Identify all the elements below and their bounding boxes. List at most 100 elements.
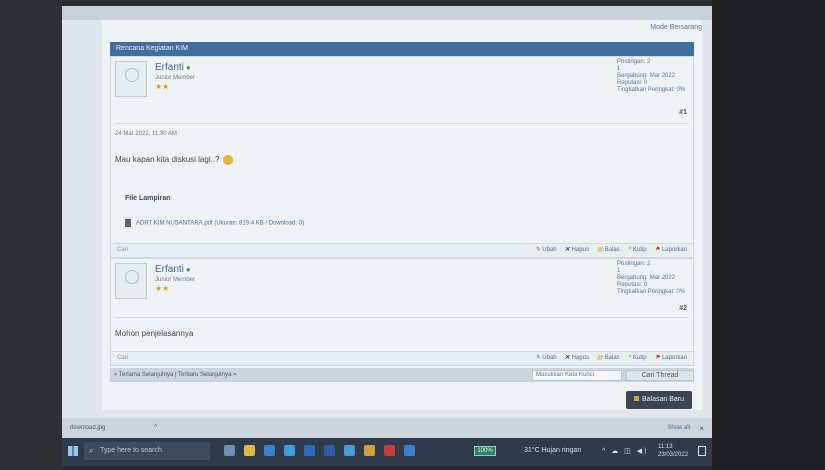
attachment-link[interactable]: ADRT KIM NUSANTARA.pdf (Ukuran: 819.4 KB… [125, 219, 304, 227]
edit-button[interactable]: ✎ Ubah [535, 354, 556, 362]
quote-button[interactable]: ❝ Kutip [627, 354, 647, 362]
online-status-icon: ● [185, 265, 191, 274]
attachment-title: File Lampiran [125, 195, 171, 202]
report-button[interactable]: ⚑ Laporkan [654, 246, 687, 254]
pencil-icon: ✎ [535, 247, 541, 253]
quote-button[interactable]: ❝ Kutip [627, 246, 647, 254]
store-icon[interactable] [264, 445, 275, 456]
new-reply-button[interactable]: Balasan Baru [626, 391, 692, 409]
stat-rank-progress: Tingkatkan Peringkat: 0% [617, 289, 686, 295]
pdf-icon [125, 219, 131, 227]
smiley-icon [222, 155, 233, 165]
clock[interactable]: 11:13 23/03/2022 [658, 443, 688, 459]
delete-x-icon: ✕ [564, 247, 570, 253]
zoom-indicator[interactable]: 100% [474, 446, 496, 456]
online-status-icon: ● [185, 63, 191, 72]
user-stats: Postingan: 2 1 Bergabung: Mar 2022 Reput… [617, 59, 687, 94]
system-tray-icons[interactable]: ^ ☁ ◫ ◀) [602, 447, 648, 455]
stat-joined: Bergabung: Mar 2022 [617, 275, 676, 281]
post-author: Erfanti ● Junior Member ★★ [115, 263, 415, 307]
delete-button[interactable]: ✕ Hapus [564, 246, 589, 254]
user-stats: Postingan: 2 1 Bergabung: Mar 2022 Reput… [617, 261, 687, 296]
user-rank: Junior Member [155, 75, 196, 81]
reply-icon [633, 396, 639, 401]
word-icon[interactable] [324, 445, 335, 456]
browser-toolbar [62, 6, 712, 20]
room-right-wall [712, 0, 825, 470]
rank-stars-icon: ★★ [155, 82, 170, 91]
stat-threads: 1 [617, 268, 621, 274]
quote-icon: ❝ [627, 355, 631, 361]
delete-button[interactable]: ✕ Hapus [564, 354, 589, 362]
reply-icon: ▤ [596, 247, 603, 253]
report-button[interactable]: ⚑ Laporkan [654, 354, 687, 362]
taskbar-search[interactable]: ⌕ Type here to search [84, 442, 210, 460]
close-icon[interactable]: × [699, 424, 704, 433]
reply-button[interactable]: ▤ Balas [596, 354, 620, 362]
search-thread-button[interactable]: Cari Thread [626, 370, 694, 381]
edit-button[interactable]: ✎ Ubah [535, 246, 556, 254]
app-icon[interactable] [404, 445, 415, 456]
post-body: Mohon penjelasannya [115, 329, 194, 338]
windows-start-icon[interactable] [68, 446, 78, 456]
divider [115, 123, 689, 124]
username-link[interactable]: Erfanti ● [155, 264, 191, 275]
avatar[interactable] [115, 263, 147, 299]
stat-rank-progress: Tingkatkan Peringkat: 0% [617, 87, 686, 93]
reply-button[interactable]: ▤ Balas [596, 246, 620, 254]
divider [115, 317, 689, 318]
stat-posts: Postingan: 2 [617, 261, 651, 267]
mail-icon[interactable] [304, 445, 315, 456]
stat-reputation: Reputasi: 0 [617, 80, 648, 86]
file-explorer-icon[interactable] [244, 445, 255, 456]
username-link[interactable]: Erfanti ● [155, 62, 191, 73]
pinned-apps [224, 445, 415, 456]
download-item[interactable]: download.jpg [70, 425, 105, 431]
show-all-button[interactable]: Show all [667, 425, 690, 431]
edge-icon[interactable] [284, 445, 295, 456]
windows-taskbar: ⌕ Type here to search 100% 31°C Hujan ri… [62, 438, 712, 466]
thread-title: Rencana Kegiatan KIM [110, 42, 694, 56]
post-action-bar: Cari ✎ Ubah ✕ Hapus ▤ Balas ❝ Kutip ⚑ Laporka… [111, 351, 693, 365]
clock-date: 23/03/2022 [658, 452, 689, 458]
find-button[interactable]: Cari [117, 355, 128, 361]
stat-reputation: Reputasi: 0 [617, 282, 648, 288]
notification-icon[interactable] [698, 446, 706, 456]
pencil-icon: ✎ [535, 355, 541, 361]
post-action-bar: Cari ✎ Ubah ✕ Hapus ▤ Balas ❝ Kutip ⚑ Laporka… [111, 243, 693, 257]
report-icon: ⚑ [654, 355, 660, 361]
room-left-wall [0, 0, 62, 470]
report-icon: ⚑ [654, 247, 660, 253]
app-icon[interactable] [344, 445, 355, 456]
thread-search-input[interactable]: Masukkan Kata Kunci [532, 370, 622, 381]
post-author: Erfanti ● Junior Member ★★ [115, 61, 415, 105]
task-view-icon[interactable] [224, 445, 235, 456]
stat-joined: Bergabung: Mar 2022 [617, 73, 676, 79]
download-bar: download.jpg ^ Show all × [62, 418, 712, 438]
post-2: Erfanti ● Junior Member ★★ Postingan: 2 1… [110, 258, 694, 366]
threaded-mode-link[interactable]: Mode Bersarang [650, 24, 702, 31]
projected-screen: Mode Bersarang Rencana Kegiatan KIM Erfa… [62, 6, 712, 466]
post-number[interactable]: #2 [679, 305, 687, 312]
find-button[interactable]: Cari [117, 247, 128, 253]
user-rank: Junior Member [155, 277, 196, 283]
weather-widget[interactable]: 31°C Hujan ringan [524, 447, 581, 454]
post-1: Erfanti ● Junior Member ★★ Postingan: 2 1… [110, 56, 694, 258]
stat-posts: Postingan: 2 [617, 59, 651, 65]
chevron-up-icon[interactable]: ^ [154, 424, 157, 431]
delete-x-icon: ✕ [564, 355, 570, 361]
post-actions: ✎ Ubah ✕ Hapus ▤ Balas ❝ Kutip ⚑ Laporkan [535, 354, 687, 362]
avatar[interactable] [115, 61, 147, 97]
reply-icon: ▤ [596, 355, 603, 361]
post-number[interactable]: #1 [679, 109, 687, 116]
post-date: 24 Mar 2022, 11:30 AM [115, 131, 177, 137]
search-icon: ⌕ [89, 446, 94, 455]
quote-icon: ❝ [627, 247, 631, 253]
post-actions: ✎ Ubah ✕ Hapus ▤ Balas ❝ Kutip ⚑ Laporkan [535, 246, 687, 254]
app-icon[interactable] [364, 445, 375, 456]
rank-stars-icon: ★★ [155, 284, 170, 293]
forum-page: Mode Bersarang Rencana Kegiatan KIM Erfa… [102, 20, 702, 410]
app-icon[interactable] [384, 445, 395, 456]
clock-time: 11:13 [658, 444, 673, 450]
stat-threads: 1 [617, 66, 621, 72]
